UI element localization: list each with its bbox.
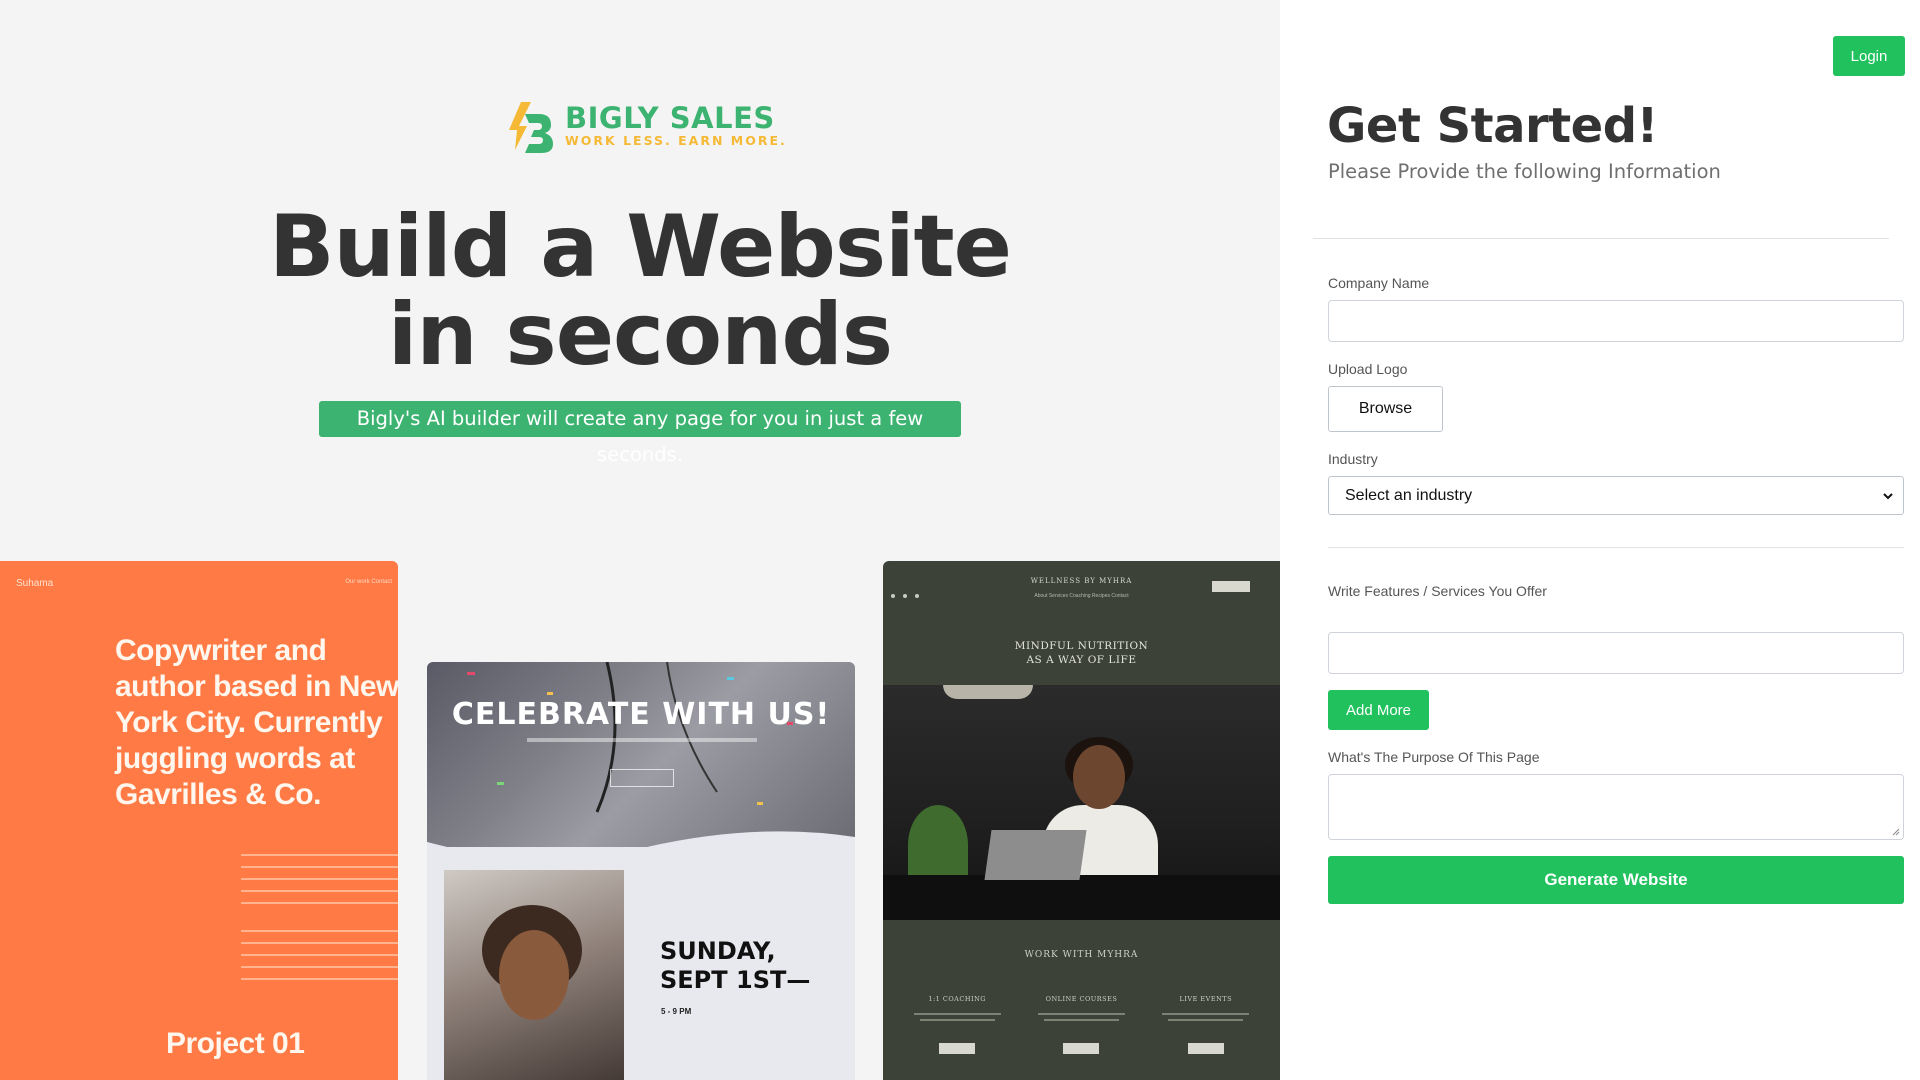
wellness-column: LIVE EVENTS (1158, 995, 1253, 1054)
wellness-column-title: LIVE EVENTS (1179, 995, 1233, 1003)
hero-section: BIGLY SALES WORK LESS. EARN MORE. Build … (0, 0, 1280, 1080)
wellness-column: ONLINE COURSES (1034, 995, 1129, 1054)
bigly-b-icon (505, 96, 555, 154)
company-name-input[interactable] (1328, 300, 1904, 342)
party-rsvp-button (610, 769, 674, 787)
preview-card-party: CELEBRATE WITH US! SUNDAY, SEPT 1ST— 5 -… (427, 662, 855, 1080)
preview-card-wellness: WELLNESS BY MYHRA About Services Coachin… (883, 561, 1280, 1080)
purpose-label: What's The Purpose Of This Page (1328, 749, 1540, 765)
wellness-columns: 1:1 COACHING ONLINE COURSES LIVE EVENTS (883, 995, 1280, 1054)
party-wave-divider (427, 831, 855, 872)
preview-body-text (241, 854, 398, 990)
chevron-down-icon (1883, 493, 1893, 500)
purpose-textarea[interactable] (1328, 774, 1904, 840)
industry-select[interactable]: Select an industry (1328, 476, 1904, 515)
resize-grip-icon[interactable] (1892, 828, 1900, 836)
preview-brand: Suhama (16, 578, 54, 589)
logo-name: BIGLY SALES (565, 101, 775, 135)
form-title: Get Started! (1327, 98, 1658, 154)
upload-logo-label: Upload Logo (1328, 361, 1408, 377)
features-input[interactable] (1328, 632, 1904, 674)
form-divider (1313, 238, 1889, 239)
company-name-label: Company Name (1328, 275, 1430, 291)
party-time: 5 - 9 PM (661, 1007, 692, 1016)
wellness-column-title: ONLINE COURSES (1045, 995, 1118, 1003)
bigly-logo: BIGLY SALES WORK LESS. EARN MORE. (505, 96, 787, 154)
party-title: CELEBRATE WITH US! (451, 697, 831, 732)
wellness-photo (883, 685, 1280, 920)
wellness-heading-line-1: MINDFUL NUTRITION (1014, 640, 1149, 652)
wellness-heading-line-2: AS A WAY OF LIFE (1026, 654, 1137, 666)
preview-heading: Copywriter and author based in New York … (115, 634, 398, 811)
party-photo (444, 870, 624, 1080)
add-more-button[interactable]: Add More (1328, 690, 1429, 730)
party-date-line-1: SUNDAY, (660, 937, 776, 965)
party-subtitle (527, 738, 757, 742)
wellness-book-button (1212, 581, 1250, 592)
preview-project-title: Project 01 (166, 1027, 305, 1060)
industry-select-value: Select an industry (1345, 486, 1473, 504)
features-label: Write Features / Services You Offer (1328, 583, 1547, 599)
form-subtitle: Please Provide the following Information (1328, 160, 1721, 183)
wellness-column-title: 1:1 COACHING (928, 995, 986, 1003)
wellness-nav: About Services Coaching Recipes Contact (1034, 593, 1129, 599)
generate-website-button[interactable]: Generate Website (1328, 856, 1904, 904)
preview-nav: Our work Contact (345, 579, 392, 585)
wellness-column: 1:1 COACHING (910, 995, 1005, 1054)
headline-line-1: Build a Website (269, 197, 1012, 297)
industry-label: Industry (1328, 451, 1378, 467)
wellness-work-heading: WORK WITH MYHRA (1024, 950, 1139, 960)
headline-line-2: in seconds (387, 285, 893, 385)
wellness-heading: MINDFUL NUTRITION AS A WAY OF LIFE (883, 639, 1280, 667)
party-date: SUNDAY, SEPT 1ST— (660, 937, 810, 995)
party-date-line-2: SEPT 1ST— (660, 966, 811, 994)
hero-headline: Build a Website in seconds (0, 203, 1280, 379)
logo-tagline: WORK LESS. EARN MORE. (565, 133, 787, 148)
form-divider (1328, 547, 1904, 548)
hero-subheadline: Bigly's AI builder will create any page … (319, 401, 961, 466)
preview-card-copywriter: Suhama Our work Contact Copywriter and a… (0, 561, 398, 1080)
login-button[interactable]: Login (1833, 36, 1905, 76)
browse-button[interactable]: Browse (1328, 386, 1443, 432)
